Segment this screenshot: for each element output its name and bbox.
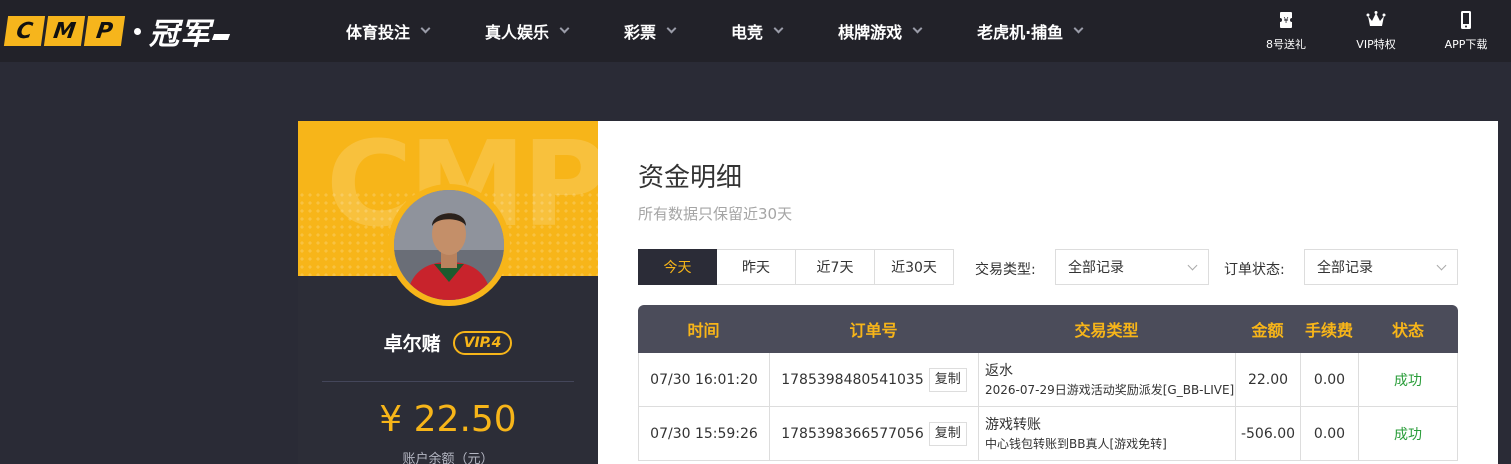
column-header-trade-type: 交易类型 (1074, 321, 1139, 340)
quick-links: ¥ 8号送礼 VIP特权 APP下载 (1241, 0, 1511, 62)
cell-trade-type: 返水 2026-07-29日游戏活动奖励派发[G_BB-LIVE] (978, 353, 1235, 407)
cell-order-no: 1785398366577056 复制 (769, 407, 978, 461)
username: 卓尔赌 (383, 333, 441, 355)
order-status-select[interactable]: 全部记录 (1304, 249, 1458, 285)
trade-type-main: 返水 (985, 363, 1013, 379)
cell-time: 07/30 15:59:26 (638, 407, 769, 461)
nav-item-label: 彩票 (624, 23, 657, 42)
quick-link-app[interactable]: APP下载 (1421, 0, 1511, 62)
chevron-down-icon (1436, 260, 1447, 271)
chevron-down-icon (559, 23, 570, 34)
nav-item-label: 电竞 (731, 23, 764, 42)
avatar-image (394, 190, 504, 300)
nav-item-label: 真人娱乐 (485, 23, 550, 42)
chevron-down-icon (1073, 23, 1084, 34)
nav-item-sports[interactable]: 体育投注 (346, 19, 431, 43)
profile-divider (322, 381, 574, 382)
nav-item-label: 体育投注 (346, 23, 411, 42)
order-status-value: 全部记录 (1317, 260, 1373, 276)
avatar-ring (388, 184, 510, 306)
tab-yesterday[interactable]: 昨天 (717, 249, 796, 285)
fund-details-panel: 资金明细 所有数据只保留近30天 今天 昨天 近7天 近30天 交易类型: 全部… (598, 121, 1498, 464)
cell-status: 成功 (1358, 353, 1458, 407)
date-range-tabs: 今天 昨天 近7天 近30天 (638, 249, 954, 285)
cmp-logo[interactable]: C M P 冠军 (3, 14, 231, 52)
column-header-order-no: 订单号 (849, 321, 898, 340)
chevron-down-icon (1187, 260, 1198, 271)
tab-last-7-days[interactable]: 近7天 (796, 249, 875, 285)
page-title: 资金明细 (638, 163, 743, 193)
column-header-amount: 金额 (1251, 321, 1284, 340)
quick-link-label: VIP特权 (1356, 38, 1396, 51)
cell-fee: 0.00 (1300, 407, 1358, 461)
trade-type-select[interactable]: 全部记录 (1055, 249, 1209, 285)
cell-order-no: 1785398480541035 复制 (769, 353, 978, 407)
avatar[interactable] (394, 190, 504, 300)
quick-link-vip[interactable]: VIP特权 (1331, 0, 1421, 62)
nav-item-slots-fishing[interactable]: 老虎机·捕鱼 (977, 19, 1084, 43)
svg-text:¥: ¥ (1283, 16, 1288, 25)
transactions-table: 时间 订单号 交易类型 金额 手续费 状态 07/30 16:01:20 178… (638, 305, 1458, 461)
account-balance: ¥ 22.50 (379, 399, 517, 440)
nav-item-card-games[interactable]: 棋牌游戏 (838, 19, 923, 43)
phone-icon (1461, 11, 1471, 29)
column-header-status: 状态 (1391, 321, 1424, 340)
logo-dash (211, 34, 231, 40)
crown-icon (1366, 11, 1386, 26)
profile-panel: CMP 卓尔赌 VIP.4 ¥ 22.50 账户余额（元） (298, 121, 598, 464)
vip-badge[interactable]: VIP.4 (452, 330, 513, 355)
cell-status: 成功 (1358, 407, 1458, 461)
chevron-down-icon (666, 23, 677, 34)
nav-item-live-casino[interactable]: 真人娱乐 (485, 19, 570, 43)
trade-type-detail: 中心钱包转账到BB真人[游戏免转] (985, 437, 1167, 451)
trade-type-main: 游戏转账 (985, 417, 1041, 433)
logo-letter-c: C (3, 16, 46, 46)
tab-today[interactable]: 今天 (638, 249, 717, 285)
order-number: 1785398480541035 (781, 372, 924, 388)
copy-button[interactable]: 复制 (928, 422, 967, 446)
cell-amount: 22.00 (1235, 353, 1300, 407)
quick-link-label: 8号送礼 (1266, 38, 1306, 51)
cell-trade-type: 游戏转账 中心钱包转账到BB真人[游戏免转] (978, 407, 1235, 461)
chevron-down-icon (912, 23, 923, 34)
ticket-icon: ¥ (1278, 12, 1294, 28)
nav-item-lottery[interactable]: 彩票 (624, 19, 677, 43)
table-header: 时间 订单号 交易类型 金额 手续费 状态 (638, 305, 1458, 353)
cell-fee: 0.00 (1300, 353, 1358, 407)
order-status-label: 订单状态: (1224, 262, 1285, 278)
chevron-down-icon (773, 23, 784, 34)
top-navigation-bar: C M P 冠军 体育投注 真人娱乐 彩票 电竞 棋牌游戏 老虎机·捕鱼 ¥ 8… (0, 0, 1511, 62)
copy-button[interactable]: 复制 (928, 368, 967, 392)
tab-last-30-days[interactable]: 近30天 (875, 249, 954, 285)
quick-link-label: APP下载 (1444, 38, 1488, 51)
column-header-fee: 手续费 (1304, 321, 1353, 340)
table-row: 07/30 15:59:26 1785398366577056 复制 游戏转账 … (638, 407, 1458, 461)
column-header-time: 时间 (687, 321, 720, 340)
logo-chinese-text: 冠军 (149, 17, 211, 52)
cell-amount: -506.00 (1235, 407, 1300, 461)
cell-time: 07/30 16:01:20 (638, 353, 769, 407)
nav-item-label: 棋牌游戏 (838, 23, 903, 42)
order-number: 1785398366577056 (781, 426, 924, 442)
logo-letter-m: M (43, 16, 86, 46)
nav-item-esports[interactable]: 电竞 (731, 19, 784, 43)
quick-link-gift[interactable]: ¥ 8号送礼 (1241, 0, 1331, 62)
account-balance-label: 账户余额（元） (402, 452, 494, 464)
trade-type-label: 交易类型: (975, 262, 1036, 278)
nav-item-label: 老虎机·捕鱼 (977, 23, 1064, 42)
page-subtitle: 所有数据只保留近30天 (638, 205, 793, 223)
table-row: 07/30 16:01:20 1785398480541035 复制 返水 20… (638, 353, 1458, 407)
trade-type-value: 全部记录 (1068, 260, 1124, 276)
logo-dot (134, 27, 141, 35)
logo-letter-p: P (83, 16, 126, 46)
trade-type-detail: 2026-07-29日游戏活动奖励派发[G_BB-LIVE] (985, 383, 1235, 397)
profile-name-row: 卓尔赌 VIP.4 (298, 329, 598, 356)
main-nav: 体育投注 真人娱乐 彩票 电竞 棋牌游戏 老虎机·捕鱼 (346, 0, 1138, 62)
chevron-down-icon (420, 23, 431, 34)
